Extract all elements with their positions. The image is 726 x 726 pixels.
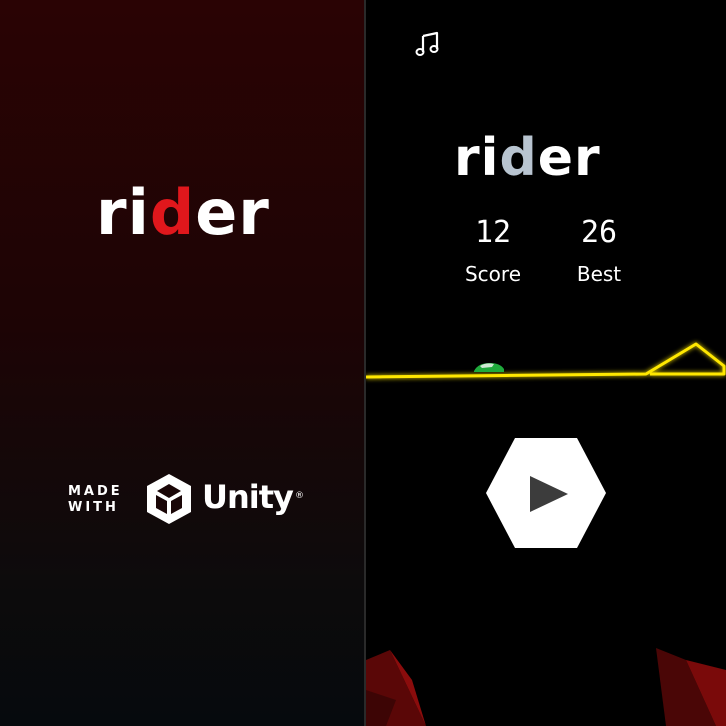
score-label: Score (464, 262, 521, 286)
play-button[interactable] (484, 436, 608, 550)
game-screen: rider 12 26 Score Best (366, 0, 726, 726)
music-note-icon[interactable] (414, 30, 442, 58)
made-line-1: MADE (68, 484, 123, 499)
logo-suffix: er (537, 128, 601, 188)
neon-track (366, 342, 726, 379)
background-shards (366, 648, 726, 726)
score-value: 12 (474, 215, 512, 250)
best-label: Best (576, 262, 622, 286)
logo-accent: d (499, 128, 538, 188)
logo-prefix: ri (96, 176, 150, 249)
registered-mark: ® (295, 491, 304, 501)
made-line-2: WITH (68, 500, 119, 515)
best-value: 26 (580, 215, 618, 250)
unity-wordmark: Unity (202, 478, 294, 516)
unity-cube-icon (147, 474, 191, 524)
made-with-label: MADE WITH (68, 484, 123, 516)
logo-prefix: ri (454, 128, 500, 188)
logo-suffix: er (195, 176, 270, 249)
player-car (474, 363, 504, 372)
logo-accent: d (149, 176, 196, 249)
game-logo: rider (454, 128, 601, 188)
splash-logo: rider (96, 176, 270, 249)
splash-screen: rider MADE WITH Unity ® (0, 0, 364, 726)
